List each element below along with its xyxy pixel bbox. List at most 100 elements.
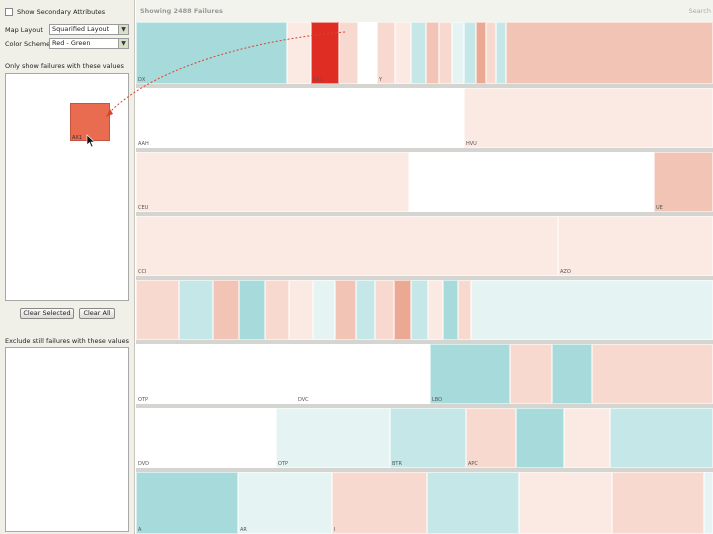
treemap-cell[interactable]: UE <box>654 152 713 212</box>
treemap-cell[interactable] <box>516 408 564 468</box>
treemap-cell[interactable]: AX1 <box>311 22 339 84</box>
treemap-cell[interactable] <box>409 152 654 212</box>
treemap-cell[interactable]: AZO <box>558 216 713 276</box>
treemap-cell[interactable] <box>443 280 458 340</box>
treemap-cell[interactable] <box>519 472 612 534</box>
treemap-cell[interactable] <box>265 280 289 340</box>
treemap-cell[interactable]: DVC <box>296 344 430 404</box>
treemap-cell-label: CCI <box>138 269 147 275</box>
map-layout-label: Map Layout <box>5 26 43 34</box>
treemap-cell[interactable] <box>464 22 476 84</box>
treemap-cell-label: UE <box>656 205 663 211</box>
exclude-heading: Exclude still failures with these values <box>5 337 130 345</box>
treemap-cell[interactable] <box>471 280 713 340</box>
treemap-cell-label: LBO <box>432 397 443 403</box>
chevron-down-icon[interactable]: ▼ <box>118 25 128 34</box>
secondary-attributes-checkbox[interactable] <box>5 8 13 16</box>
treemap-cell-label: AR <box>240 527 247 533</box>
treemap-cell[interactable] <box>289 280 313 340</box>
treemap-cell[interactable]: CEU <box>136 152 409 212</box>
treemap-cell-label: BTR <box>392 461 402 467</box>
treemap-cell[interactable] <box>486 22 496 84</box>
color-scheme-value: Red - Green <box>52 39 91 47</box>
color-scheme-select[interactable]: Red - Green ▼ <box>49 38 129 49</box>
treemap-cell[interactable]: AR <box>238 472 332 534</box>
treemap-row: DX AX1 Y <box>136 22 713 84</box>
treemap-cell[interactable]: BTR <box>390 408 466 468</box>
treemap-cell[interactable] <box>704 472 713 534</box>
treemap-cell-label: AX1 <box>313 77 324 83</box>
treemap-cell-label: Y <box>379 77 383 83</box>
treemap-cell[interactable] <box>313 280 335 340</box>
treemap-cell-label: A <box>138 527 142 533</box>
treemap-cell[interactable] <box>458 280 471 340</box>
map-layout-select[interactable]: Squarified Layout ▼ <box>49 24 129 35</box>
treemap-cell-label: DVC <box>298 397 309 403</box>
treemap-cell[interactable] <box>339 22 358 84</box>
clear-all-button[interactable]: Clear All <box>79 308 115 319</box>
treemap-cell[interactable] <box>411 22 426 84</box>
treemap-cell-label: OTP <box>278 461 289 467</box>
treemap-cell[interactable] <box>552 344 592 404</box>
map-layout-value: Squarified Layout <box>52 25 110 33</box>
treemap-cell[interactable] <box>439 22 452 84</box>
treemap-cell[interactable]: DX <box>136 22 287 84</box>
treemap-cell[interactable]: I <box>332 472 427 534</box>
search-label[interactable]: Search <box>689 7 711 15</box>
treemap-cell[interactable] <box>411 280 428 340</box>
treemap-cell[interactable]: DVD <box>136 408 276 468</box>
treemap-cell-label: AAH <box>138 141 149 147</box>
include-values-list[interactable] <box>5 73 129 301</box>
chevron-down-icon[interactable]: ▼ <box>118 39 128 48</box>
treemap[interactable]: DX AX1 Y AAH HVU CEU UE CCI AZO OTP DVC LBO DVD OTP BT… <box>136 22 713 534</box>
treemap-cell[interactable]: OTP <box>276 408 390 468</box>
clear-selected-button[interactable]: Clear Selected <box>20 308 74 319</box>
treemap-cell-label: APC <box>468 461 478 467</box>
treemap-cell[interactable] <box>136 280 179 340</box>
treemap-cell[interactable]: A <box>136 472 238 534</box>
treemap-cell[interactable] <box>496 22 506 84</box>
treemap-cell[interactable] <box>564 408 610 468</box>
treemap-row <box>136 280 713 340</box>
treemap-cell[interactable]: LBO <box>430 344 510 404</box>
treemap-cell[interactable] <box>375 280 394 340</box>
dragged-value-label: AX1 <box>72 135 83 141</box>
treemap-cell[interactable]: HVU <box>464 88 713 148</box>
treemap-cell-label: AZO <box>560 269 571 275</box>
treemap-cell[interactable] <box>179 280 213 340</box>
treemap-cell[interactable] <box>592 344 713 404</box>
treemap-cell[interactable] <box>426 22 439 84</box>
treemap-cell[interactable]: APC <box>466 408 516 468</box>
treemap-row: A AR I <box>136 472 713 534</box>
treemap-cell[interactable] <box>213 280 239 340</box>
treemap-row: DVD OTP BTR APC <box>136 408 713 468</box>
treemap-cell[interactable] <box>428 280 443 340</box>
treemap-cell-label: DX <box>138 77 146 83</box>
treemap-cell[interactable] <box>239 280 265 340</box>
treemap-cell[interactable] <box>427 472 519 534</box>
treemap-cell[interactable] <box>476 22 486 84</box>
secondary-attributes-toggle[interactable]: Show Secondary Attributes <box>5 8 105 16</box>
exclude-values-list[interactable] <box>5 347 129 532</box>
treemap-cell[interactable]: CCI <box>136 216 558 276</box>
treemap-cell[interactable]: Y <box>377 22 395 84</box>
treemap-cell[interactable] <box>287 22 311 84</box>
treemap-cell[interactable] <box>356 280 375 340</box>
treemap-cell-label: CEU <box>138 205 149 211</box>
treemap-cell[interactable] <box>506 22 713 84</box>
secondary-attributes-label: Show Secondary Attributes <box>17 8 106 16</box>
treemap-cell[interactable] <box>612 472 704 534</box>
treemap-cell[interactable] <box>394 280 411 340</box>
treemap-row: OTP DVC LBO <box>136 344 713 404</box>
treemap-cell-label: OTP <box>138 397 149 403</box>
treemap-cell[interactable]: AAH <box>136 88 464 148</box>
treemap-cell[interactable] <box>358 22 377 84</box>
treemap-cell[interactable] <box>395 22 411 84</box>
treemap-cell-label: HVU <box>466 141 477 147</box>
treemap-cell[interactable] <box>335 280 356 340</box>
treemap-cell[interactable]: OTP <box>136 344 296 404</box>
treemap-row: AAH HVU <box>136 88 713 148</box>
treemap-cell[interactable] <box>452 22 464 84</box>
treemap-cell[interactable] <box>510 344 552 404</box>
treemap-cell[interactable] <box>610 408 713 468</box>
